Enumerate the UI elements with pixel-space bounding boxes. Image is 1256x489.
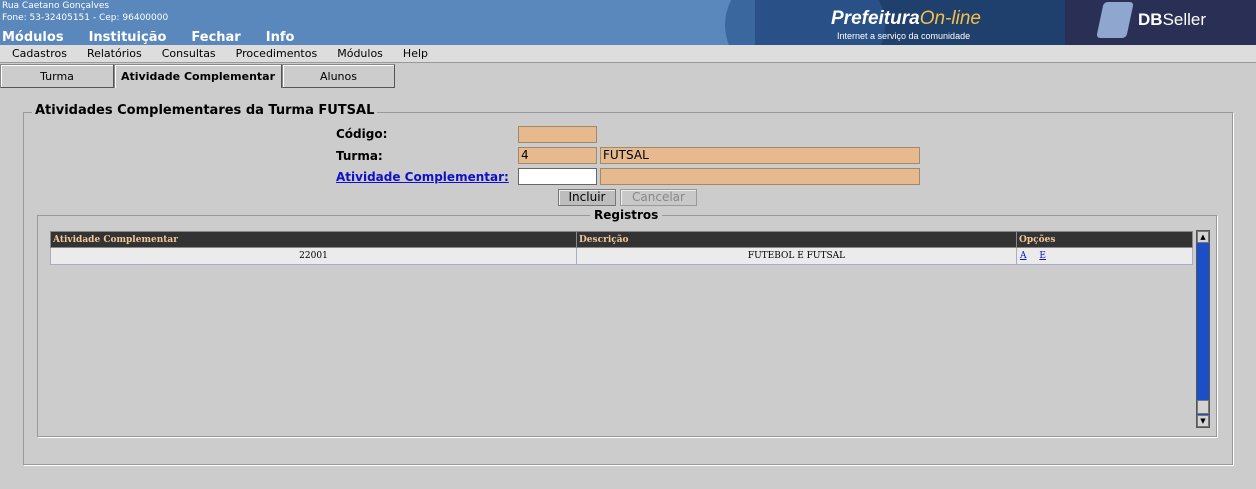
atividade-desc-field[interactable] (600, 168, 920, 185)
incluir-button[interactable]: Incluir (558, 189, 616, 206)
top-menu-modulos[interactable]: Módulos (2, 30, 64, 45)
menu-bar: Cadastros Relatórios Consultas Procedime… (0, 45, 1256, 63)
address-line: Rua Caetano Gonçalves (2, 1, 110, 11)
vendor-bold: DB (1138, 10, 1163, 29)
codigo-label: Código: (336, 127, 388, 141)
top-banner: Rua Caetano Gonçalves Fone: 53-32405151 … (0, 0, 1256, 45)
grid-scrollbar[interactable]: ▲ ▼ (1196, 230, 1210, 428)
col-atividade-complementar[interactable]: Atividade Complementar (50, 231, 577, 248)
menu-help[interactable]: Help (403, 47, 428, 60)
scroll-down-icon[interactable]: ▼ (1197, 415, 1209, 427)
turma-name-field[interactable]: FUTSAL (600, 147, 920, 164)
top-menu-info[interactable]: Info (266, 30, 295, 45)
turma-label: Turma: (336, 149, 383, 163)
menu-consultas[interactable]: Consultas (162, 47, 216, 60)
top-menu: Módulos Instituição Fechar Info (2, 30, 319, 45)
brand-accent: On-line (919, 8, 981, 29)
prefeitura-online-logo: PrefeituraOn-line (831, 8, 981, 30)
brand-main: Prefeitura (831, 8, 920, 29)
menu-cadastros[interactable]: Cadastros (12, 47, 67, 60)
cell-codigo: 22001 (50, 247, 577, 265)
grid-header-row: Atividade Complementar Descrição Opções (50, 231, 1193, 248)
menu-relatorios[interactable]: Relatórios (87, 47, 142, 60)
atividade-code-input[interactable] (518, 168, 597, 185)
codigo-field[interactable] (518, 126, 597, 143)
vendor-rest: Seller (1162, 10, 1207, 29)
col-descricao[interactable]: Descrição (576, 231, 1017, 248)
table-row[interactable]: 22001 FUTEBOL E FUTSAL A E (50, 247, 1193, 265)
menu-modulos[interactable]: Módulos (337, 47, 383, 60)
col-opcoes: Opções (1016, 231, 1193, 248)
alterar-link[interactable]: A (1020, 251, 1027, 261)
prefeitura-logo-area: PrefeituraOn-line Internet a serviço da … (725, 0, 1256, 45)
tab-turma[interactable]: Turma (0, 64, 114, 88)
scroll-thumb[interactable] (1197, 400, 1209, 414)
brand-tagline: Internet a serviço da comunidade (837, 31, 971, 41)
registros-legend: Registros (590, 208, 663, 222)
top-menu-instituicao[interactable]: Instituição (89, 30, 167, 45)
cancelar-button[interactable]: Cancelar (620, 189, 697, 206)
tab-strip: Turma Atividade Complementar Alunos (0, 64, 395, 88)
cell-opcoes: A E (1016, 247, 1193, 265)
institution-address: Rua Caetano Gonçalves Fone: 53-32405151 … (2, 0, 168, 24)
cell-descricao: FUTEBOL E FUTSAL (576, 247, 1017, 265)
excluir-link[interactable]: E (1039, 251, 1046, 261)
atividade-complementar-link[interactable]: Atividade Complementar: (336, 170, 509, 184)
tab-atividade-complementar[interactable]: Atividade Complementar (114, 64, 282, 88)
dbseller-logo: DBSeller (1138, 10, 1206, 30)
tab-alunos[interactable]: Alunos (282, 64, 395, 88)
registros-grid: Atividade Complementar Descrição Opções … (50, 231, 1193, 265)
top-menu-fechar[interactable]: Fechar (191, 30, 240, 45)
scroll-up-icon[interactable]: ▲ (1197, 231, 1209, 243)
turma-code-field[interactable]: 4 (518, 147, 597, 164)
menu-procedimentos[interactable]: Procedimentos (236, 47, 318, 60)
form-legend: Atividades Complementares da Turma FUTSA… (32, 103, 378, 118)
contact-line: Fone: 53-32405151 - Cep: 96400000 (2, 13, 169, 23)
